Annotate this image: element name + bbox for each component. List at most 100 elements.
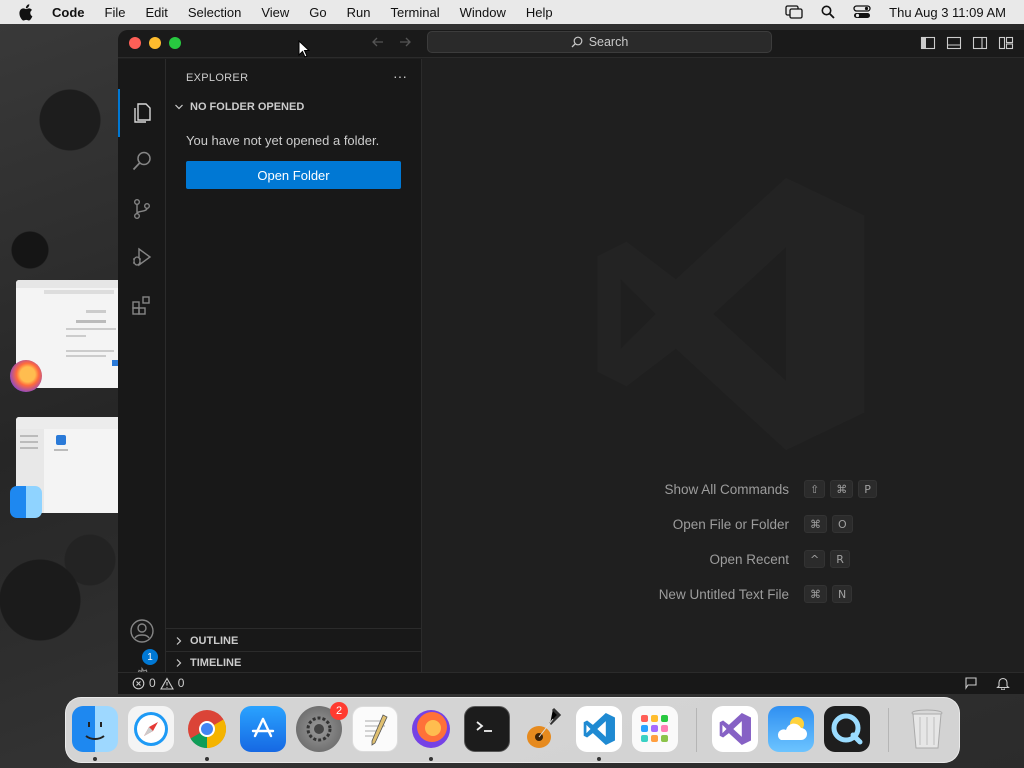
open-folder-button[interactable]: Open Folder xyxy=(186,161,401,189)
section-divider xyxy=(166,628,421,629)
command-center-search[interactable]: Search xyxy=(427,31,772,53)
dock-terminal-icon[interactable] xyxy=(464,706,510,752)
source-control-icon[interactable] xyxy=(128,195,156,223)
shortcut-keys: ⌘ N xyxy=(804,585,853,603)
menu-bar: Code File Edit Selection View Go Run Ter… xyxy=(0,0,1024,24)
search-icon[interactable] xyxy=(128,147,156,175)
key-n: N xyxy=(832,585,853,603)
menu-run[interactable]: Run xyxy=(347,5,371,20)
cmd-show-all-commands[interactable]: Show All Commands ⇧ ⌘ P xyxy=(464,479,1024,499)
title-bar: Search xyxy=(118,30,1024,58)
screen-mirroring-icon[interactable] xyxy=(785,5,803,19)
cmd-label: Open Recent xyxy=(709,551,789,567)
forward-arrow-icon[interactable] xyxy=(398,35,412,52)
cmd-label: Show All Commands xyxy=(664,481,789,497)
section-outline[interactable]: OUTLINE xyxy=(172,635,238,647)
apple-menu-icon[interactable] xyxy=(18,3,38,21)
vscode-window: Search 1 EXPLORER ··· NO FOLDER OPENED Y… xyxy=(118,30,1024,694)
sidebar-title: EXPLORER xyxy=(186,72,249,84)
chevron-right-icon xyxy=(172,658,186,668)
account-icon[interactable] xyxy=(128,617,156,645)
dock-chrome-icon[interactable] xyxy=(184,706,230,752)
status-right xyxy=(964,676,1010,693)
menu-edit[interactable]: Edit xyxy=(145,5,167,20)
firefox-app-icon xyxy=(10,360,42,392)
shortcut-keys: ⇧ ⌘ P xyxy=(804,480,877,498)
status-bar: 0 0 xyxy=(118,672,1024,694)
cmd-new-untitled-file[interactable]: New Untitled Text File ⌘ N xyxy=(464,584,1024,604)
key-cmd: ⌘ xyxy=(804,585,827,603)
dock-quicktime-icon[interactable] xyxy=(824,706,870,752)
section-timeline[interactable]: TIMELINE xyxy=(172,657,241,669)
toggle-primary-sidebar-icon[interactable] xyxy=(920,35,936,56)
search-label: Search xyxy=(588,35,629,49)
explorer-icon[interactable] xyxy=(128,99,156,127)
error-count: 0 xyxy=(149,676,156,690)
activity-bar: 1 xyxy=(118,59,166,689)
menu-window[interactable]: Window xyxy=(460,5,506,20)
menu-view[interactable]: View xyxy=(261,5,289,20)
dock-trash-icon[interactable] xyxy=(904,706,950,752)
editor-area: Show All Commands ⇧ ⌘ P Open File or Fol… xyxy=(423,59,1024,672)
problems-status[interactable]: 0 0 xyxy=(132,676,184,690)
running-indicator xyxy=(93,757,97,761)
dock-app-store-icon[interactable] xyxy=(240,706,286,752)
shortcut-keys: ^ R xyxy=(804,550,850,568)
dock-garageband-icon[interactable] xyxy=(520,706,566,752)
section-outline-label: OUTLINE xyxy=(190,635,239,647)
menu-go[interactable]: Go xyxy=(309,5,326,20)
section-no-folder-label: NO FOLDER OPENED xyxy=(190,101,305,113)
menu-help[interactable]: Help xyxy=(526,5,553,20)
active-indicator xyxy=(118,89,120,137)
notifications-bell-icon[interactable] xyxy=(996,676,1010,693)
toggle-secondary-sidebar-icon[interactable] xyxy=(972,35,988,56)
running-indicator xyxy=(429,757,433,761)
dock-launchpad-icon[interactable] xyxy=(632,706,678,752)
dock-textedit-icon[interactable] xyxy=(352,706,398,752)
section-divider xyxy=(166,651,421,652)
dock: 2 xyxy=(65,697,960,763)
manage-badge: 1 xyxy=(142,649,158,665)
section-timeline-label: TIMELINE xyxy=(190,657,242,669)
warning-count: 0 xyxy=(177,676,185,690)
run-debug-icon[interactable] xyxy=(128,243,156,271)
control-center-icon[interactable] xyxy=(853,5,871,19)
spotlight-search-icon[interactable] xyxy=(821,5,835,19)
search-icon xyxy=(571,36,583,48)
extensions-icon[interactable] xyxy=(128,291,156,319)
menu-selection[interactable]: Selection xyxy=(188,5,241,20)
explorer-sidebar: EXPLORER ··· NO FOLDER OPENED You have n… xyxy=(166,59,422,672)
toggle-panel-icon[interactable] xyxy=(946,35,962,56)
close-window-button[interactable] xyxy=(129,37,141,49)
section-no-folder[interactable]: NO FOLDER OPENED xyxy=(172,101,304,113)
menu-terminal[interactable]: Terminal xyxy=(391,5,440,20)
cmd-label: New Untitled Text File xyxy=(658,586,789,602)
cmd-open-recent[interactable]: Open Recent ^ R xyxy=(464,549,1024,569)
customize-layout-icon[interactable] xyxy=(998,35,1014,56)
feedback-icon[interactable] xyxy=(964,676,978,693)
finder-app-icon xyxy=(10,486,42,518)
dock-safari-icon[interactable] xyxy=(128,706,174,752)
chevron-right-icon xyxy=(172,636,186,646)
dock-weather-icon[interactable] xyxy=(768,706,814,752)
menu-file[interactable]: File xyxy=(105,5,126,20)
dock-firefox-icon[interactable] xyxy=(408,706,454,752)
cmd-open-file-or-folder[interactable]: Open File or Folder ⌘ O xyxy=(464,514,1024,534)
dock-separator xyxy=(888,708,889,752)
more-actions-icon[interactable]: ··· xyxy=(393,68,407,84)
chevron-down-icon xyxy=(172,102,186,112)
dock-vscode-icon[interactable] xyxy=(576,706,622,752)
menu-app-name[interactable]: Code xyxy=(52,5,85,20)
key-cmd: ⌘ xyxy=(804,515,827,533)
key-r: R xyxy=(830,550,850,568)
mouse-cursor-icon xyxy=(298,40,310,58)
dock-finder-icon[interactable] xyxy=(72,706,118,752)
dock-visual-studio-icon[interactable] xyxy=(712,706,758,752)
menu-clock[interactable]: Thu Aug 3 11:09 AM xyxy=(889,5,1006,20)
no-folder-message: You have not yet opened a folder. xyxy=(186,133,380,148)
settings-badge: 2 xyxy=(330,702,348,720)
back-arrow-icon[interactable] xyxy=(371,35,385,52)
zoom-window-button[interactable] xyxy=(169,37,181,49)
warning-icon xyxy=(159,676,174,690)
minimize-window-button[interactable] xyxy=(149,37,161,49)
